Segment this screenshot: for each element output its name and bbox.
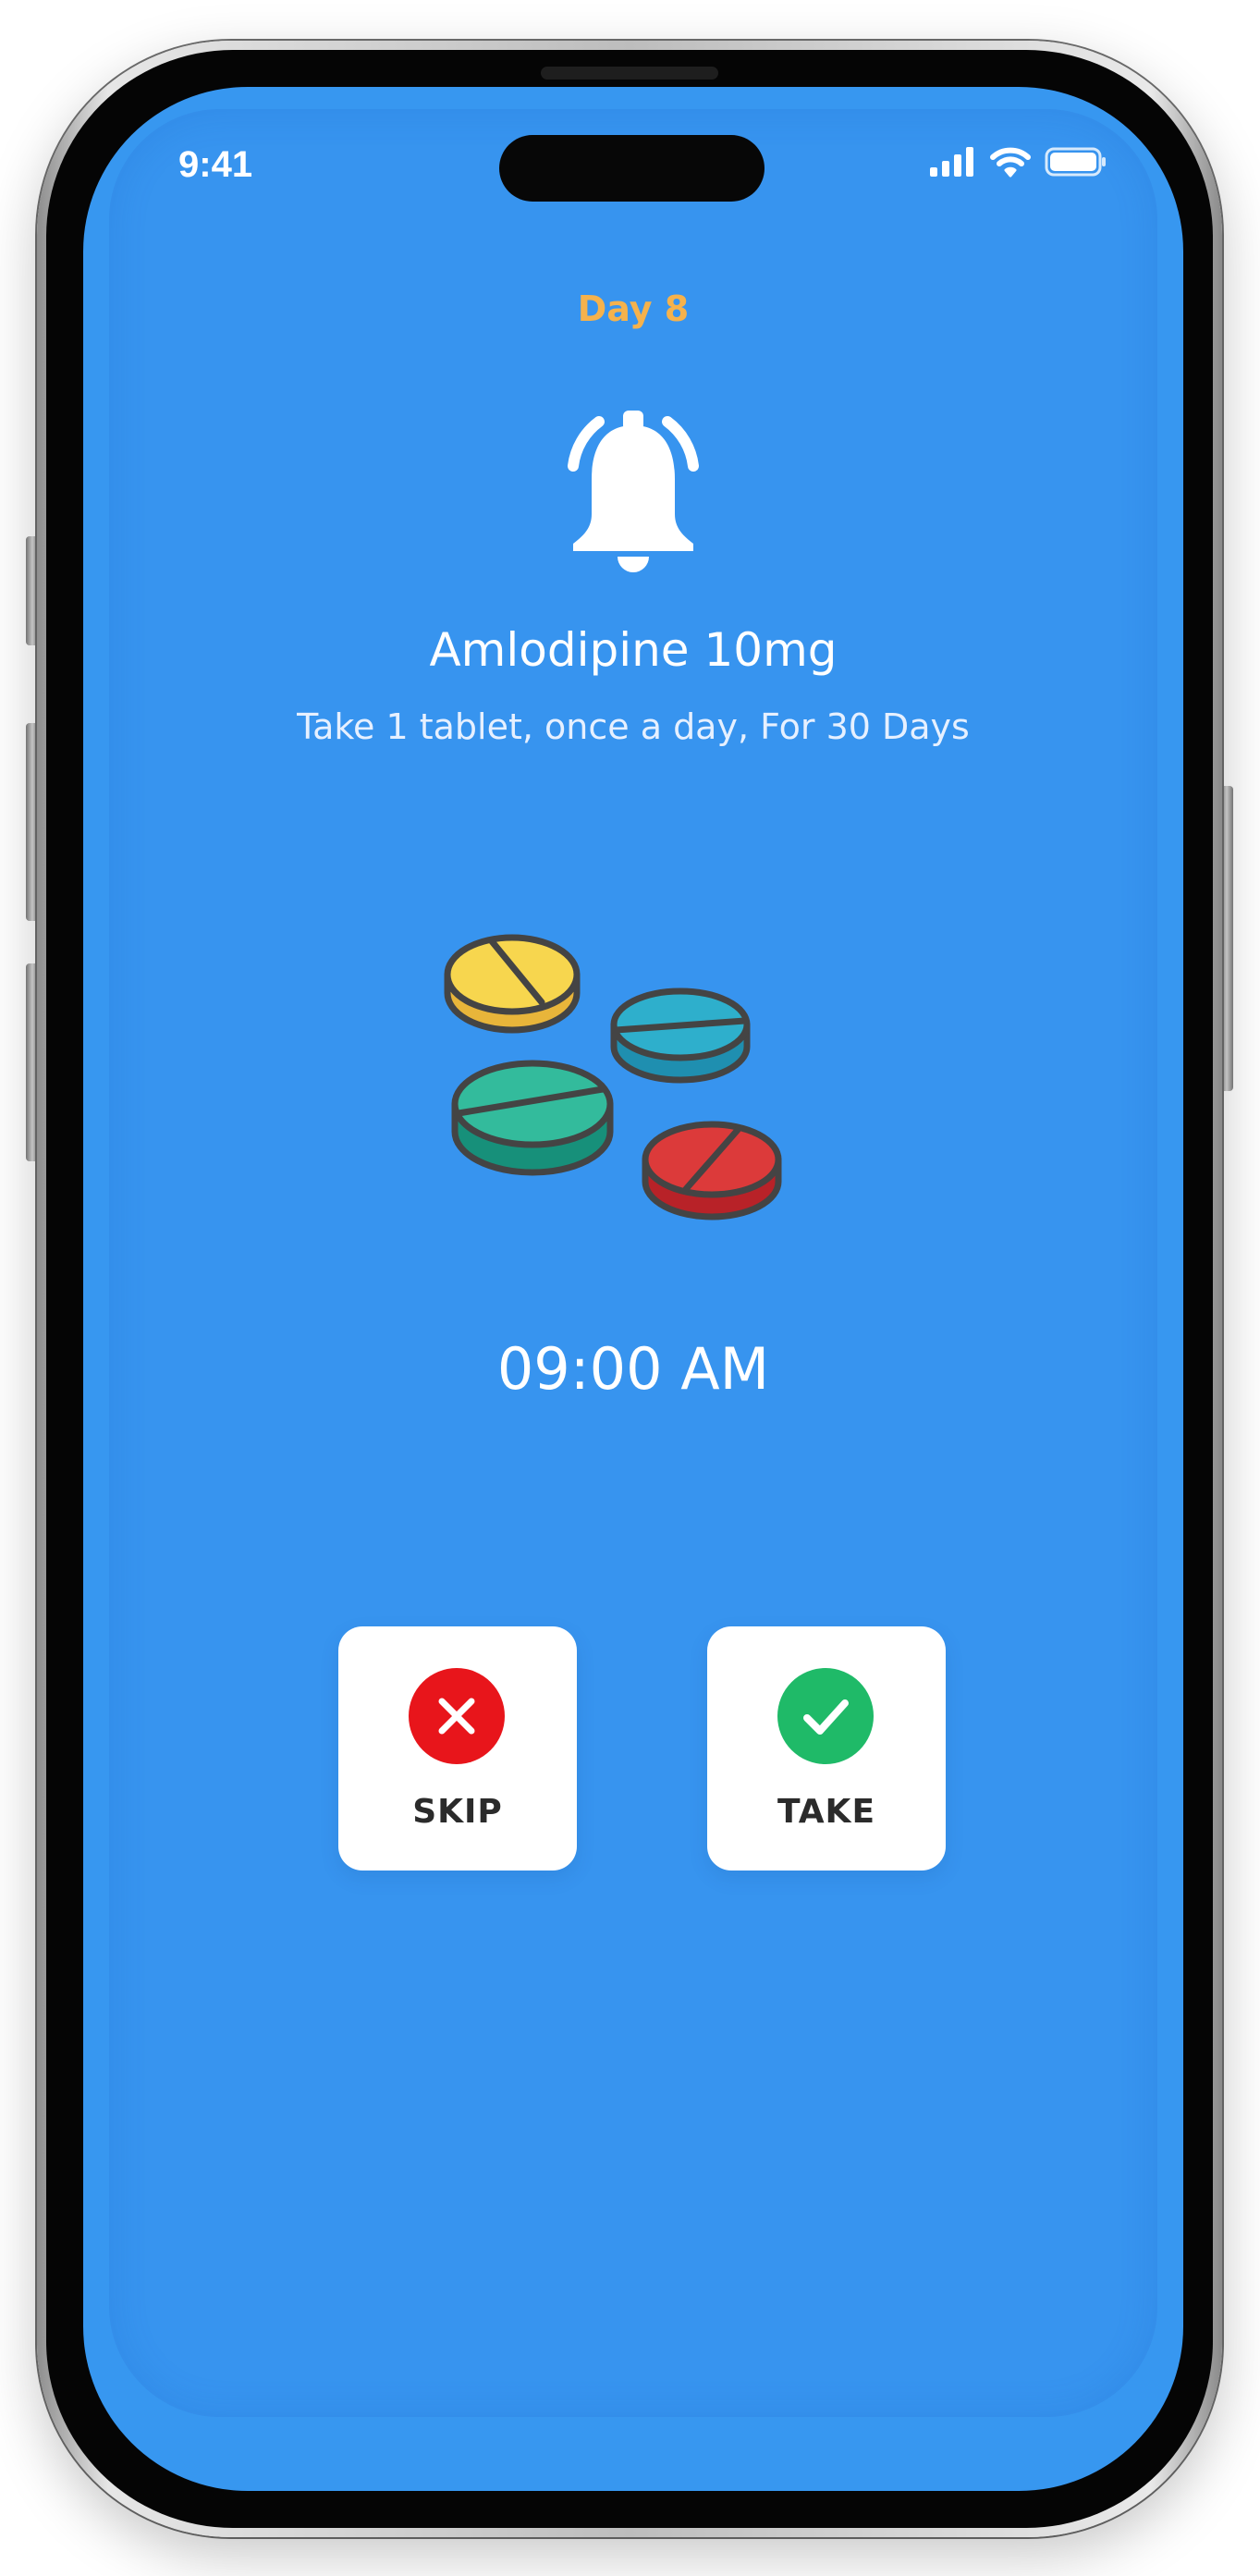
dynamic-island xyxy=(499,135,765,202)
speaker-grille xyxy=(541,67,718,80)
green-pill-icon xyxy=(451,1060,614,1176)
app-stage: 9:41 Day 8 Amlodipine 10mg Take 1 tablet… xyxy=(0,0,1260,2576)
blue-pill-icon xyxy=(610,987,751,1084)
check-circle-icon xyxy=(777,1668,874,1764)
take-button[interactable]: TAKE xyxy=(707,1626,946,1871)
day-counter: Day 8 xyxy=(577,288,690,329)
wifi-icon xyxy=(990,147,1031,178)
skip-button[interactable]: SKIP xyxy=(338,1626,577,1871)
red-pill-icon xyxy=(642,1121,782,1221)
reminder-time: 09:00 AM xyxy=(496,1335,770,1403)
status-time: 9:41 xyxy=(178,144,253,185)
x-circle-icon xyxy=(409,1668,505,1764)
take-label: TAKE xyxy=(777,1793,876,1831)
yellow-pill-icon xyxy=(444,934,581,1034)
power-button xyxy=(1220,786,1233,1091)
cellular-signal-icon xyxy=(930,147,973,177)
dosage-instructions: Take 1 tablet, once a day, For 30 Days xyxy=(297,706,970,747)
medication-name: Amlodipine 10mg xyxy=(429,623,838,677)
skip-label: SKIP xyxy=(412,1793,503,1831)
battery-icon xyxy=(1045,147,1106,177)
pills-illustration xyxy=(444,934,782,1221)
phone-screen: 9:41 Day 8 Amlodipine 10mg Take 1 tablet… xyxy=(83,87,1183,2491)
bell-icon xyxy=(568,411,699,572)
status-icons xyxy=(930,146,1107,178)
